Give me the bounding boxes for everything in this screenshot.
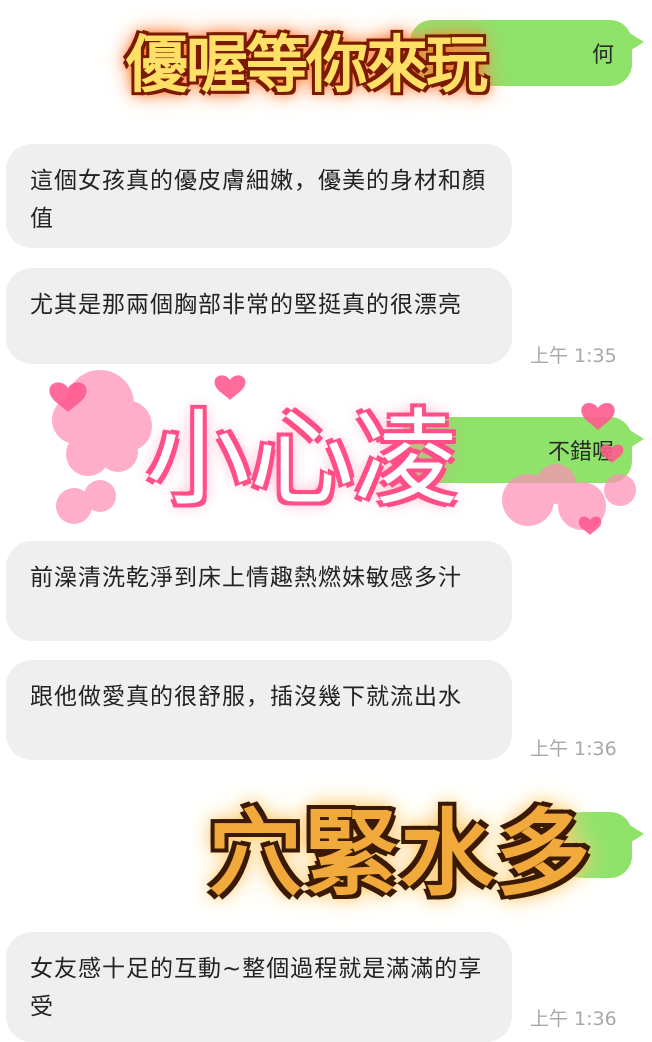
incoming-message-text: 前澡清洗乾淨到床上情趣熱燃妹敏感多汁 (30, 565, 462, 591)
outgoing-message-bubble[interactable]: 不錯喔 (400, 417, 644, 483)
incoming-message-text: 女友感十足的互動~整個過程就是滿滿的享受 (30, 956, 483, 1020)
incoming-message-text: 這個女孩真的優皮膚細嫩，優美的身材和顏值 (30, 168, 486, 232)
incoming-message-bubble[interactable]: 前澡清洗乾淨到床上情趣熱燃妹敏感多汁 (6, 541, 512, 641)
message-timestamp: 上午 1:36 (530, 738, 617, 760)
incoming-message-bubble[interactable]: 這個女孩真的優皮膚細嫩，優美的身材和顏值 (6, 144, 512, 248)
incoming-message-text: 跟他做愛真的很舒服，插沒幾下就流出水 (30, 684, 462, 710)
chat-screen: 何 這個女孩真的優皮膚細嫩，優美的身材和顏值 尤其是那兩個胸部非常的堅挺真的很漂… (0, 0, 652, 1042)
outgoing-message-text: 不錯喔 (547, 440, 614, 465)
incoming-message-bubble[interactable]: 女友感十足的互動~整個過程就是滿滿的享受 (6, 932, 512, 1042)
incoming-message-bubble[interactable]: 跟他做愛真的很舒服，插沒幾下就流出水 (6, 660, 512, 760)
incoming-message-bubble[interactable]: 尤其是那兩個胸部非常的堅挺真的很漂亮 (6, 268, 512, 364)
overlay-bottom-text: 穴緊水多 (208, 800, 593, 909)
message-timestamp: 上午 1:36 (530, 1008, 617, 1030)
message-timestamp: 上午 1:35 (530, 345, 617, 367)
outgoing-message-bubble[interactable]: 何 (410, 20, 644, 86)
outgoing-message-text: 何 (591, 43, 614, 68)
outgoing-message-bubble[interactable] (560, 812, 644, 878)
incoming-message-text: 尤其是那兩個胸部非常的堅挺真的很漂亮 (30, 292, 462, 318)
